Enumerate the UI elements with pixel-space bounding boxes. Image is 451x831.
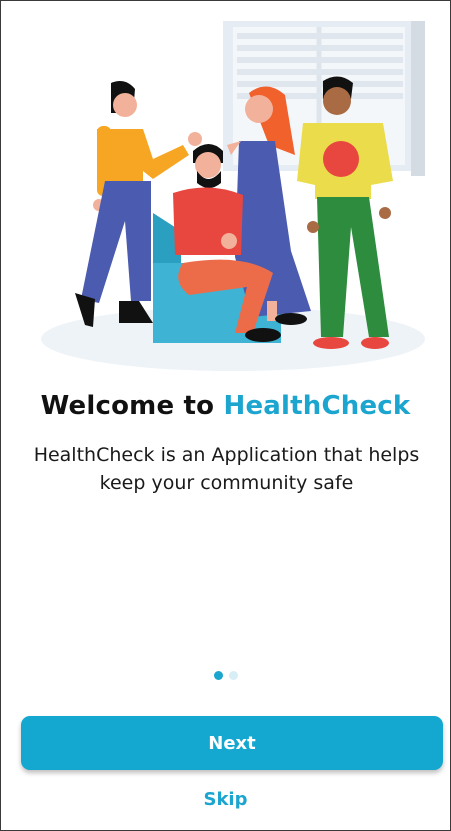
next-button[interactable]: Next xyxy=(21,716,443,770)
skip-link[interactable]: Skip xyxy=(1,789,450,810)
onboarding-screen: Welcome to HealthCheck HealthCheck is an… xyxy=(0,0,451,831)
title-brand: HealthCheck xyxy=(223,391,411,421)
welcome-description: HealthCheck is an Application that helps… xyxy=(33,444,420,494)
page-dot-2[interactable] xyxy=(228,671,238,680)
welcome-title: Welcome to HealthCheck xyxy=(1,391,450,421)
hero-illustration xyxy=(1,1,451,381)
page-indicator xyxy=(1,671,450,680)
page-dot-1-active[interactable] xyxy=(213,671,223,680)
title-prefix: Welcome to xyxy=(40,391,224,421)
